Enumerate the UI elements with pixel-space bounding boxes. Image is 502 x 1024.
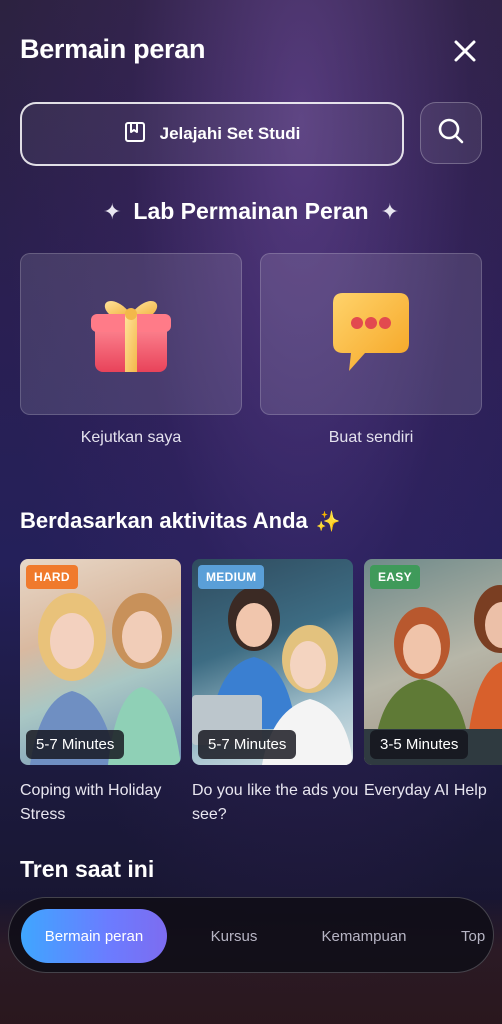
close-icon[interactable]	[448, 34, 482, 68]
explore-label: Jelajahi Set Studi	[159, 124, 301, 143]
scenario-thumbnail[interactable]: EASY 3-5 Minutes	[364, 559, 502, 765]
sparkles-icon: ✨	[315, 510, 341, 533]
scenario-thumbnail[interactable]: MEDIUM 5-7 Minutes	[192, 559, 353, 765]
activity-carousel[interactable]: HARD 5-7 Minutes Coping with Holiday Str…	[20, 559, 502, 839]
scenario-caption: Everyday AI Help	[364, 782, 487, 799]
difficulty-badge: HARD	[26, 565, 78, 589]
page-title: Bermain peran	[20, 34, 206, 64]
sparkle-icon: ✦	[102, 198, 122, 224]
search-button[interactable]	[420, 102, 482, 164]
surprise-me-label: Kejutkan saya	[80, 429, 182, 446]
gift-icon	[83, 284, 179, 385]
duration-label: 3-5 Minutes	[370, 730, 469, 759]
tab-top[interactable]: Top	[461, 898, 493, 972]
activity-section-title: Berdasarkan aktivitas Anda ✨	[20, 508, 341, 534]
lab-cards: Kejutkan saya Buat sendiri	[20, 253, 482, 453]
sparkle-icon: ✦	[380, 198, 400, 224]
difficulty-badge: EASY	[370, 565, 420, 589]
tab-roleplay[interactable]: Bermain peran	[21, 909, 167, 963]
scenario-card[interactable]: MEDIUM 5-7 Minutes Do you like the ads y…	[192, 559, 358, 827]
duration-label: 5-7 Minutes	[198, 730, 297, 759]
duration-label: 5-7 Minutes	[26, 730, 125, 759]
activity-title-text: Berdasarkan aktivitas Anda	[20, 508, 308, 533]
difficulty-badge: MEDIUM	[198, 565, 265, 589]
search-row: Jelajahi Set Studi	[20, 102, 482, 166]
explore-study-sets-button[interactable]: Jelajahi Set Studi	[20, 102, 404, 166]
scenario-card[interactable]: HARD 5-7 Minutes Coping with Holiday Str…	[20, 559, 181, 827]
tab-courses[interactable]: Kursus	[189, 898, 279, 972]
trending-section-title: Tren saat ini	[20, 856, 155, 882]
search-icon	[437, 117, 465, 150]
lab-title-text: Lab Permainan Peran	[133, 198, 369, 224]
create-own-label: Buat sendiri	[328, 429, 414, 446]
surprise-me-card[interactable]	[20, 253, 242, 415]
create-own-card[interactable]	[260, 253, 482, 415]
scenario-thumbnail[interactable]: HARD 5-7 Minutes	[20, 559, 181, 765]
chat-bubble-icon	[329, 287, 413, 382]
bottom-tab-bar: Bermain peran Kursus Kemampuan Top	[8, 897, 494, 973]
bookmark-icon	[124, 121, 146, 148]
tab-skills[interactable]: Kemampuan	[309, 898, 419, 972]
scenario-caption: Do you like the ads you see?	[192, 782, 359, 823]
header: Bermain peran	[20, 32, 482, 72]
scenario-caption: Coping with Holiday Stress	[20, 782, 162, 823]
lab-section-title: ✦ Lab Permainan Peran ✦	[0, 198, 502, 225]
scenario-card[interactable]: EASY 3-5 Minutes Everyday AI Help	[364, 559, 502, 803]
